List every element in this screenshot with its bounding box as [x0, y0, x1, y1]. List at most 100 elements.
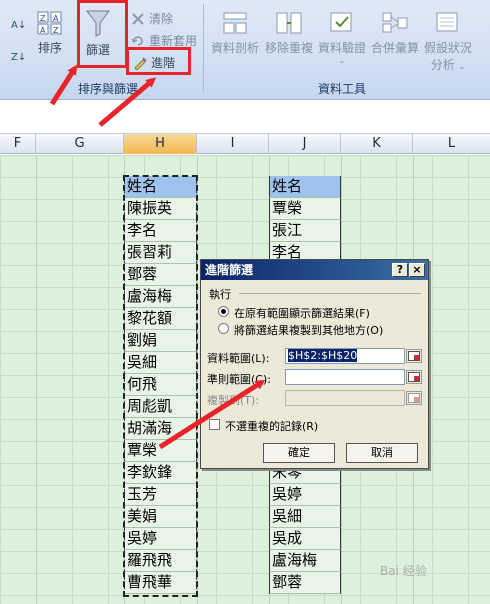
cell-h-header[interactable]: 姓名 — [124, 176, 197, 198]
data-tools-group-label: 資料工具 — [318, 82, 367, 96]
radio-filter-in-place[interactable] — [218, 306, 229, 317]
table-row[interactable]: 吳婷 — [269, 484, 341, 506]
table-row[interactable]: 覃榮 — [269, 198, 341, 220]
copy-to-input — [285, 390, 405, 406]
dialog-titlebar[interactable]: 進階篩選 ? × — [201, 260, 428, 280]
text-to-columns-label: 資料剖析 — [211, 41, 260, 55]
criteria-range-input[interactable] — [285, 369, 405, 385]
table-row[interactable]: 吳細 — [124, 352, 197, 374]
svg-text:A: A — [53, 14, 59, 23]
grid-line — [36, 155, 37, 604]
help-button[interactable]: ? — [392, 263, 408, 277]
sort-descending-button[interactable]: Z↓ — [10, 48, 29, 64]
column-j-cells-top: 姓名 覃榮 張江 李名 — [269, 176, 341, 264]
collapse-dialog-icon[interactable] — [406, 370, 422, 384]
unique-records-label[interactable]: 不選重複的記錄(R) — [225, 418, 318, 434]
unique-records-checkbox[interactable] — [209, 419, 220, 430]
table-row[interactable]: 吳細 — [269, 506, 341, 528]
column-h-cells: 姓名 陳振英 李名 張習莉 鄧蓉 盧海梅 黎花額 劉娟 吳細 何飛 周彪凱 胡滿… — [124, 176, 197, 594]
table-row[interactable]: 覃榮 — [124, 440, 197, 462]
watermark-text: Bai 经验 — [380, 564, 427, 578]
column-header-f[interactable]: F — [0, 134, 36, 154]
table-row[interactable]: 劉娟 — [124, 330, 197, 352]
svg-text:A: A — [40, 26, 46, 35]
column-header-h[interactable]: H — [124, 134, 197, 154]
grid-line — [197, 155, 198, 604]
what-if-line2-text: 分析 — [430, 58, 455, 72]
table-row[interactable]: 張習莉 — [124, 242, 197, 264]
table-row[interactable]: 鄧蓉 — [269, 572, 341, 594]
what-if-analysis-button[interactable]: 假設狀況 分析 ⌄ — [424, 10, 472, 73]
column-header-l[interactable]: L — [413, 134, 490, 154]
sort-filter-group-label: 排序與篩選 — [78, 82, 139, 96]
radio-copy-to-location[interactable] — [218, 323, 229, 334]
sort-dialog-icon: Z A A Z — [36, 10, 64, 36]
table-row[interactable]: 張江 — [269, 220, 341, 242]
column-headers: F G H I J K L — [0, 134, 490, 154]
table-row[interactable]: 胡滿海 — [124, 418, 197, 440]
column-header-g[interactable]: G — [36, 134, 124, 154]
table-row[interactable]: 李名 — [124, 220, 197, 242]
sort-button[interactable]: Z A A Z 排序 — [36, 10, 64, 56]
svg-text:Z: Z — [53, 26, 59, 35]
ok-button[interactable]: 確定 — [263, 443, 335, 463]
consolidate-icon — [381, 10, 409, 36]
close-button[interactable]: × — [409, 263, 425, 277]
cell-j-header[interactable]: 姓名 — [269, 176, 341, 198]
table-row[interactable]: 陳振英 — [124, 198, 197, 220]
column-header-j[interactable]: J — [269, 134, 341, 154]
copy-to-label: 複製到(T): — [207, 394, 260, 407]
ribbon: A↓ Z↓ Z A A Z 排序 篩選 清除 重新套用 進階 排序與篩選 資料剖… — [0, 0, 490, 100]
cancel-button[interactable]: 取消 — [346, 443, 418, 463]
what-if-label-line2: 分析 ⌄ — [431, 56, 466, 73]
list-range-input[interactable]: $H$2:$H$20 — [285, 348, 405, 364]
table-row[interactable]: 玉芳 — [124, 484, 197, 506]
list-range-value: $H$2:$H$20 — [288, 349, 358, 362]
sort-ascending-icon: A↓ — [10, 16, 26, 32]
action-label: 執行 — [209, 288, 231, 301]
table-row[interactable]: 羅飛飛 — [124, 550, 197, 572]
sort-descending-icon: Z↓ — [10, 48, 26, 64]
clear-label: 清除 — [149, 12, 174, 26]
filter-highlight-box — [77, 0, 128, 68]
consolidate-label: 合併彙算 — [371, 41, 420, 55]
clear-filter-button[interactable]: 清除 — [130, 10, 173, 27]
table-row[interactable]: 盧海梅 — [269, 550, 341, 572]
ribbon-separator — [203, 4, 204, 92]
consolidate-button[interactable]: 合併彙算 — [371, 10, 419, 56]
data-validation-label: 資料驗證 — [318, 41, 367, 55]
sort-label: 排序 — [37, 41, 62, 55]
table-row[interactable]: 美娟 — [124, 506, 197, 528]
remove-duplicates-icon — [275, 10, 303, 36]
table-row[interactable]: 盧海梅 — [124, 286, 197, 308]
option-copy-label[interactable]: 將篩選結果複製到其他地方(O) — [234, 322, 383, 338]
remove-duplicates-button[interactable]: 移除重複 — [265, 10, 313, 56]
table-row[interactable]: 曹飛華 — [124, 572, 197, 594]
column-header-i[interactable]: I — [197, 134, 269, 154]
what-if-analysis-icon — [434, 10, 462, 36]
sort-ascending-button[interactable]: A↓ — [10, 16, 29, 32]
table-row[interactable]: 吳婷 — [124, 528, 197, 550]
table-row[interactable]: 鄧蓉 — [124, 264, 197, 286]
collapse-dialog-icon[interactable] — [406, 349, 422, 363]
table-row[interactable]: 何飛 — [124, 374, 197, 396]
advanced-highlight-box — [126, 47, 191, 75]
column-header-k[interactable]: K — [341, 134, 413, 154]
formula-area — [0, 100, 490, 134]
text-to-columns-button[interactable]: 資料剖析 — [211, 10, 259, 56]
table-row[interactable]: 周彪凱 — [124, 396, 197, 418]
text-to-columns-icon — [221, 10, 249, 36]
column-j-cells-bottom: 宋琴 吳婷 吳細 吳成 盧海梅 鄧蓉 — [269, 462, 341, 594]
dialog-title: 進階篩選 — [205, 263, 254, 277]
list-range-label: 資料範圍(L): — [207, 352, 270, 365]
watermark: Bai 经验 — [380, 562, 427, 579]
table-row[interactable]: 黎花額 — [124, 308, 197, 330]
chevron-down-icon: ⌄ — [338, 56, 346, 65]
advanced-filter-dialog: 進階篩選 ? × 執行 在原有範圍顯示篩選結果(F) 將篩選結果複製到其他地方(… — [200, 259, 429, 469]
data-validation-button[interactable]: 資料驗證 ⌄ — [318, 10, 366, 65]
collapse-dialog-icon — [406, 391, 422, 405]
option-in-place-label[interactable]: 在原有範圍顯示篩選結果(F) — [234, 305, 370, 321]
table-row[interactable]: 吳成 — [269, 528, 341, 550]
criteria-range-label: 準則範圍(C): — [207, 373, 271, 386]
table-row[interactable]: 李欽鋒 — [124, 462, 197, 484]
